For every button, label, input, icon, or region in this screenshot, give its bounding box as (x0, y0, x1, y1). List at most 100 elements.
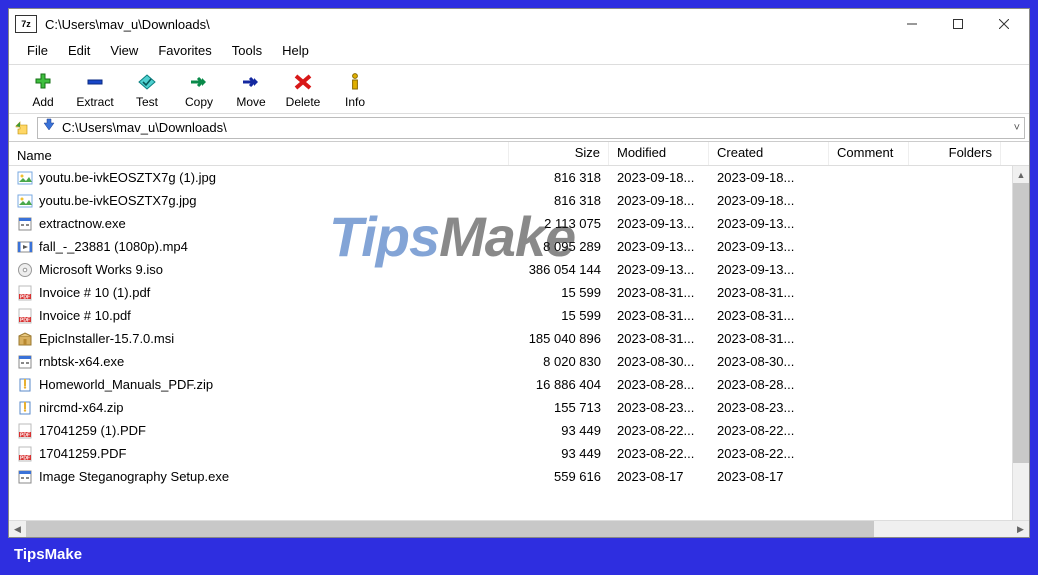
menu-favorites[interactable]: Favorites (148, 41, 221, 60)
file-created: 2023-08-31... (709, 331, 829, 346)
file-name: 17041259 (1).PDF (39, 423, 146, 438)
maximize-button[interactable] (935, 10, 981, 38)
file-size: 2 113 075 (509, 216, 609, 231)
file-name: Homeworld_Manuals_PDF.zip (39, 377, 213, 392)
scroll-up-arrow-icon[interactable]: ▲ (1013, 166, 1029, 183)
file-type-icon: PDF (17, 308, 33, 324)
file-name: Invoice # 10 (1).pdf (39, 285, 150, 300)
file-row[interactable]: PDF17041259 (1).PDF93 4492023-08-22...20… (9, 419, 1029, 442)
file-modified: 2023-08-22... (609, 423, 709, 438)
tool-add[interactable]: Add (17, 69, 69, 111)
file-size: 386 054 144 (509, 262, 609, 277)
file-row[interactable]: rnbtsk-x64.exe8 020 8302023-08-30...2023… (9, 350, 1029, 373)
header-comment[interactable]: Comment (829, 142, 909, 165)
header-created[interactable]: Created (709, 142, 829, 165)
file-modified: 2023-08-23... (609, 400, 709, 415)
file-modified: 2023-09-18... (609, 193, 709, 208)
file-type-icon (17, 377, 33, 393)
column-headers: Name Size Modified Created Comment Folde… (9, 142, 1029, 166)
file-modified: 2023-09-13... (609, 262, 709, 277)
window-title: C:\Users\mav_u\Downloads\ (45, 17, 889, 32)
file-name: EpicInstaller-15.7.0.msi (39, 331, 174, 346)
file-created: 2023-08-23... (709, 400, 829, 415)
file-list[interactable]: youtu.be-ivkEOSZTX7g (1).jpg816 3182023-… (9, 166, 1029, 520)
file-row[interactable]: PDF17041259.PDF93 4492023-08-22...2023-0… (9, 442, 1029, 465)
file-modified: 2023-08-31... (609, 308, 709, 323)
tool-label: Test (136, 95, 158, 109)
file-size: 185 040 896 (509, 331, 609, 346)
test-icon (136, 71, 158, 93)
file-created: 2023-09-13... (709, 216, 829, 231)
file-modified: 2023-08-31... (609, 331, 709, 346)
horizontal-scrollbar[interactable]: ◀ ▶ (9, 520, 1029, 537)
tool-label: Delete (286, 95, 321, 109)
file-created: 2023-09-18... (709, 193, 829, 208)
scroll-left-arrow-icon[interactable]: ◀ (9, 521, 26, 537)
file-type-icon (17, 262, 33, 278)
file-name: nircmd-x64.zip (39, 400, 124, 415)
vertical-scrollbar[interactable]: ▲ (1012, 166, 1029, 520)
header-modified[interactable]: Modified (609, 142, 709, 165)
tool-label: Info (345, 95, 365, 109)
file-row[interactable]: youtu.be-ivkEOSZTX7g.jpg816 3182023-09-1… (9, 189, 1029, 212)
tool-label: Move (236, 95, 265, 109)
file-row[interactable]: extractnow.exe2 113 0752023-09-13...2023… (9, 212, 1029, 235)
file-modified: 2023-09-18... (609, 170, 709, 185)
menu-tools[interactable]: Tools (222, 41, 272, 60)
file-name: Image Steganography Setup.exe (39, 469, 229, 484)
file-modified: 2023-08-30... (609, 354, 709, 369)
menu-file[interactable]: File (17, 41, 58, 60)
file-modified: 2023-08-22... (609, 446, 709, 461)
combo-down-icon (42, 118, 56, 137)
header-size[interactable]: Size (509, 142, 609, 165)
copy-icon (188, 71, 210, 93)
file-created: 2023-08-28... (709, 377, 829, 392)
menu-edit[interactable]: Edit (58, 41, 100, 60)
tool-copy[interactable]: Copy (173, 69, 225, 111)
file-name: fall_-_23881 (1080p).mp4 (39, 239, 188, 254)
file-row[interactable]: Microsoft Works 9.iso 386 054 1442023-09-… (9, 258, 1029, 281)
tool-test[interactable]: Test (121, 69, 173, 111)
file-name: youtu.be-ivkEOSZTX7g.jpg (39, 193, 197, 208)
file-size: 559 616 (509, 469, 609, 484)
close-button[interactable] (981, 10, 1027, 38)
file-created: 2023-08-31... (709, 308, 829, 323)
file-row[interactable]: fall_-_23881 (1080p).mp48 095 2892023-09… (9, 235, 1029, 258)
svg-text:PDF: PDF (20, 294, 30, 300)
file-row[interactable]: youtu.be-ivkEOSZTX7g (1).jpg816 3182023-… (9, 166, 1029, 189)
tool-label: Extract (76, 95, 113, 109)
hscroll-thumb[interactable] (26, 521, 874, 537)
scroll-thumb[interactable] (1013, 183, 1029, 463)
file-type-icon (17, 239, 33, 255)
tool-move[interactable]: Move (225, 69, 277, 111)
tool-delete[interactable]: Delete (277, 69, 329, 111)
add-icon (32, 71, 54, 93)
file-modified: 2023-08-31... (609, 285, 709, 300)
file-size: 816 318 (509, 193, 609, 208)
file-name: Microsoft Works 9.iso (39, 262, 163, 277)
tool-info[interactable]: Info (329, 69, 381, 111)
file-modified: 2023-09-13... (609, 239, 709, 254)
toolbar: Add Extract Test Copy Move Delete Info (9, 65, 1029, 114)
file-row[interactable]: EpicInstaller-15.7.0.msi185 040 8962023-… (9, 327, 1029, 350)
file-row[interactable]: Homeworld_Manuals_PDF.zip16 886 4042023-… (9, 373, 1029, 396)
file-row[interactable]: Image Steganography Setup.exe559 6162023… (9, 465, 1029, 488)
tool-extract[interactable]: Extract (69, 69, 121, 111)
file-created: 2023-09-13... (709, 239, 829, 254)
file-row[interactable]: PDF Invoice # 10 (1).pdf 15 5992023-08-31.… (9, 281, 1029, 304)
file-row[interactable]: PDFInvoice # 10.pdf15 5992023-08-31...20… (9, 304, 1029, 327)
minimize-button[interactable] (889, 10, 935, 38)
file-size: 15 599 (509, 285, 609, 300)
file-type-icon (17, 354, 33, 370)
path-combobox[interactable]: C:\Users\mav_u\Downloads\ ˅ (37, 117, 1025, 139)
header-name[interactable]: Name (9, 142, 509, 165)
nav-up-button[interactable] (13, 119, 31, 137)
tool-label: Add (32, 95, 53, 109)
file-created: 2023-08-22... (709, 446, 829, 461)
menu-help[interactable]: Help (272, 41, 319, 60)
menu-view[interactable]: View (100, 41, 148, 60)
scroll-right-arrow-icon[interactable]: ▶ (1012, 521, 1029, 537)
header-folders[interactable]: Folders (909, 142, 1001, 165)
file-row[interactable]: nircmd-x64.zip155 7132023-08-23...2023-0… (9, 396, 1029, 419)
chevron-down-icon[interactable]: ˅ (1014, 122, 1020, 134)
